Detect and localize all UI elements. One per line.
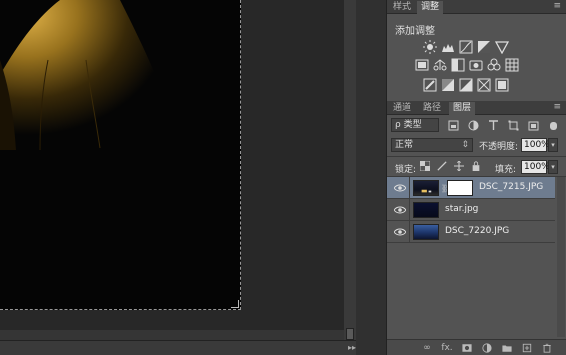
adjustment-icon[interactable] — [481, 342, 493, 354]
layer-thumbnail[interactable] — [413, 180, 439, 196]
lock-all-icon[interactable] — [470, 160, 482, 172]
layer-thumbnail[interactable] — [413, 224, 439, 240]
visibility-eye-icon[interactable] — [393, 204, 407, 216]
posterize-icon[interactable] — [441, 78, 455, 92]
lock-transparency-icon[interactable] — [419, 160, 431, 172]
threshold-icon[interactable] — [459, 78, 473, 92]
filter-type-icon[interactable] — [487, 119, 499, 131]
black-white-icon[interactable] — [451, 58, 465, 72]
folder-icon[interactable] — [501, 342, 513, 354]
invert-icon[interactable] — [423, 78, 437, 92]
layer-list: ⛓ DSC_7215.JPG star.jpg DSC_7220.JPG — [387, 177, 555, 243]
layer-name[interactable]: DSC_7220.JPG — [445, 226, 509, 236]
layer-thumbnail[interactable] — [413, 202, 439, 218]
blend-mode-value: 正常 — [395, 140, 414, 150]
fill-dropdown-icon[interactable]: ▾ — [548, 160, 558, 174]
canvas-corner-handle[interactable] — [231, 300, 239, 308]
adjust-tabbar: 样式 调整 ≡ — [387, 0, 566, 14]
fill-input[interactable]: 100% — [521, 160, 550, 174]
tab-styles[interactable]: 样式 — [389, 1, 415, 14]
layer-name[interactable]: DSC_7215.JPG — [479, 182, 543, 192]
adjust-row-1 — [423, 40, 509, 54]
adjust-title: 添加调整 — [395, 26, 435, 37]
fx-icon[interactable]: fx. — [441, 342, 453, 354]
brightness-icon[interactable] — [423, 40, 437, 54]
scroll-thumb[interactable] — [346, 328, 354, 340]
mask-icon[interactable] — [461, 342, 473, 354]
exposure-icon[interactable] — [477, 40, 491, 54]
layer-row-dsc-7215[interactable]: ⛓ DSC_7215.JPG — [387, 177, 555, 199]
color-balance-icon[interactable] — [433, 58, 447, 72]
status-menu-arrow-icon[interactable]: ▸▸ — [348, 343, 356, 352]
filter-pixel-icon[interactable] — [447, 119, 459, 131]
document-canvas-area[interactable] — [0, 0, 344, 340]
lock-pixels-icon[interactable] — [436, 160, 448, 172]
filter-toggle-icon[interactable] — [547, 119, 559, 131]
opacity-label: 不透明度: — [479, 142, 519, 152]
tab-paths[interactable]: 路径 — [419, 102, 445, 115]
channel-mixer-icon[interactable] — [487, 58, 501, 72]
adjust-row-3 — [423, 78, 509, 92]
opacity-dropdown-icon[interactable]: ▾ — [548, 138, 558, 152]
link-icon[interactable]: ∞ — [421, 342, 433, 354]
filter-kind-select[interactable]: ρ 类型 — [391, 118, 439, 132]
horizontal-scrollbar[interactable] — [0, 330, 344, 340]
vertical-scrollbar[interactable] — [344, 0, 356, 340]
tab-adjustments[interactable]: 调整 — [417, 1, 444, 14]
opacity-input[interactable]: 100% — [521, 138, 550, 152]
filter-shape-icon[interactable] — [507, 119, 519, 131]
tab-channels[interactable]: 通道 — [389, 102, 415, 115]
color-lookup-icon[interactable] — [505, 58, 519, 72]
right-panels: 样式 调整 ≡ 添加调整 通道 路径 图层 ≡ ρ 类型 正常 ⇕ 不透明度: … — [386, 0, 566, 355]
layers-scrollbar[interactable] — [557, 177, 565, 337]
tab-layers[interactable]: 图层 — [449, 102, 476, 115]
layers-bottom-bar: ∞ fx. — [387, 339, 566, 355]
panel-menu-icon[interactable]: ≡ — [553, 1, 561, 11]
filter-adjustment-icon[interactable] — [467, 119, 479, 131]
lock-label: 锁定: — [395, 165, 417, 175]
filter-smart-object-icon[interactable] — [527, 119, 539, 131]
vibrance-icon[interactable] — [495, 40, 509, 54]
visibility-eye-icon[interactable] — [393, 182, 407, 194]
layers-tabbar: 通道 路径 图层 ≡ — [387, 101, 566, 115]
layer-name[interactable]: star.jpg — [445, 204, 478, 214]
lock-icons — [419, 160, 482, 172]
layer-filter-bar: ρ 类型 — [391, 116, 561, 134]
divider — [387, 156, 566, 157]
fill-label: 填充: — [495, 165, 517, 175]
hue-saturation-icon[interactable] — [415, 58, 429, 72]
trash-icon[interactable] — [541, 342, 553, 354]
levels-icon[interactable] — [441, 40, 455, 54]
adjust-row-2 — [415, 58, 519, 72]
new-layer-icon[interactable] — [521, 342, 533, 354]
layer-mask-thumbnail[interactable] — [447, 180, 473, 196]
visibility-eye-icon[interactable] — [393, 226, 407, 238]
gradient-map-icon[interactable] — [495, 78, 509, 92]
layers-panel-menu-icon[interactable]: ≡ — [553, 102, 561, 112]
photo-filter-icon[interactable] — [469, 58, 483, 72]
curves-icon[interactable] — [459, 40, 473, 54]
layer-row-star[interactable]: star.jpg — [387, 199, 555, 221]
chevron-updown-icon: ⇕ — [461, 140, 469, 150]
lock-position-icon[interactable] — [453, 160, 465, 172]
layer-row-dsc-7220[interactable]: DSC_7220.JPG — [387, 221, 555, 243]
panel-gutter — [356, 0, 386, 355]
document-image[interactable] — [0, 0, 241, 310]
selective-color-icon[interactable] — [477, 78, 491, 92]
tent-photo — [0, 0, 240, 309]
blend-mode-select[interactable]: 正常 ⇕ — [391, 138, 473, 152]
status-bar: ▸▸ — [0, 340, 384, 355]
